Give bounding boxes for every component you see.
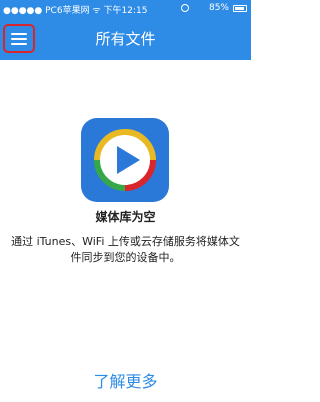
hamburger-icon-line (11, 38, 27, 40)
app-logo (81, 118, 169, 202)
battery-percent: 85% (208, 3, 229, 13)
hamburger-icon-line (11, 43, 27, 45)
learn-more-link[interactable]: 了解更多 (0, 368, 251, 392)
menu-button[interactable] (3, 24, 35, 53)
orientation-lock-icon (181, 4, 189, 12)
empty-library-description: 通过 iTunes、WiFi 上传或云存储服务将媒体文件同步到您的设备中。 (11, 235, 240, 264)
hamburger-icon (11, 33, 27, 35)
page-title: 所有文件 (95, 30, 156, 48)
play-icon (94, 129, 156, 191)
status-bar: ●●●●● PC6苹果网 ᯤ 下午12:15 85% (0, 0, 251, 18)
nav-bar: 所有文件 (0, 18, 251, 60)
empty-library-title: 媒体库为空 (95, 210, 156, 224)
battery-icon (233, 5, 247, 12)
